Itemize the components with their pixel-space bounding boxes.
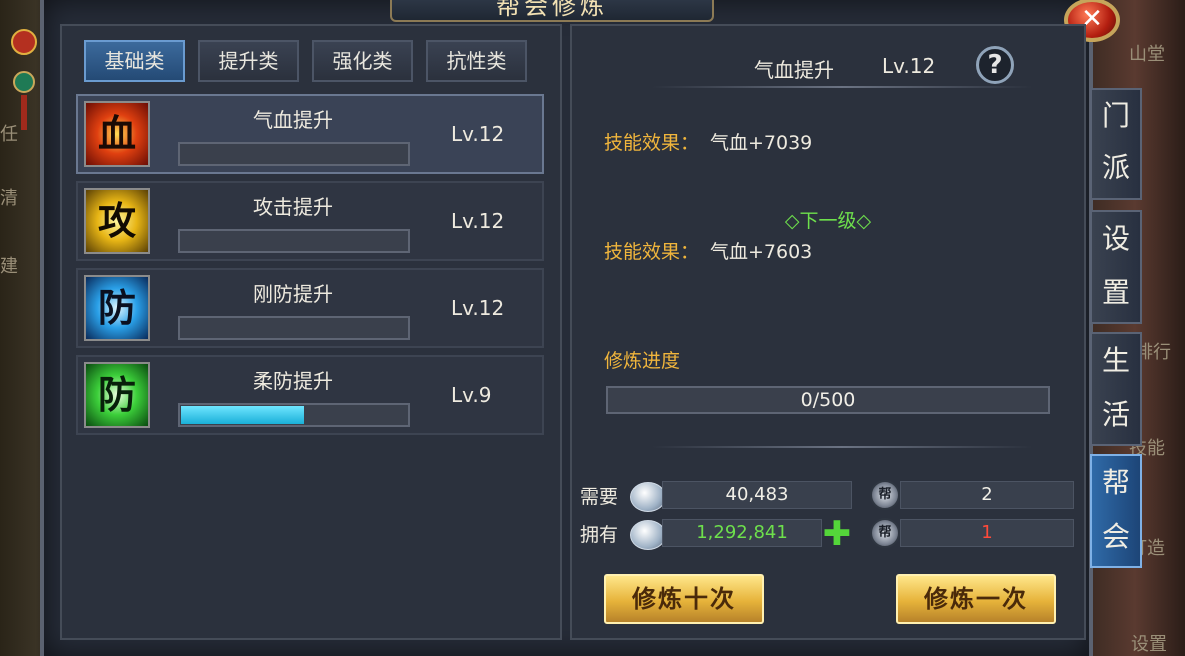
progress-fill <box>181 406 305 424</box>
bg-text: 山堂 <box>1129 44 1165 65</box>
train-ten-times-button[interactable]: 修炼十次 <box>604 574 764 624</box>
skill-level: Lv.12 <box>451 209 505 233</box>
need-label: 需要 <box>580 486 619 508</box>
skill-level: Lv.12 <box>451 122 505 146</box>
detail-skill-name: 气血提升 <box>754 58 834 82</box>
bg-text: 任 <box>0 124 18 145</box>
current-effect: 气血+7039 <box>710 132 813 154</box>
divider <box>652 86 1032 88</box>
divider <box>652 446 1032 448</box>
next-effect-label: 技能效果： <box>604 241 700 263</box>
side-tab-sect[interactable]: 门派 <box>1090 88 1142 200</box>
skill-progress-bar <box>178 403 410 427</box>
have-label: 拥有 <box>580 524 619 546</box>
effect-label: 技能效果： <box>604 132 700 154</box>
silver-coin-icon <box>630 482 666 512</box>
tab-strengthen[interactable]: 强化类 <box>312 40 413 82</box>
skill-row-physical-defense[interactable]: 防 刚防提升 Lv.12 <box>76 268 544 348</box>
help-icon[interactable]: ? <box>976 46 1014 84</box>
window-title: 帮会修炼 <box>390 0 714 22</box>
magic-defense-skill-icon: 防 <box>84 362 150 428</box>
tab-resistance[interactable]: 抗性类 <box>426 40 527 82</box>
skill-name: 刚防提升 <box>253 282 333 306</box>
bg-text: 建 <box>0 256 18 277</box>
skill-name: 柔防提升 <box>253 369 333 393</box>
guild-token-icon: 帮 <box>870 518 900 548</box>
silver-coin-icon <box>630 520 666 550</box>
skill-level: Lv.9 <box>451 383 492 407</box>
skill-name: 气血提升 <box>253 108 333 132</box>
skill-list-panel: 基础类 提升类 强化类 抗性类 血 气血提升 Lv.12 攻 攻击提升 Lv.1… <box>60 24 562 640</box>
tab-basic[interactable]: 基础类 <box>84 40 185 82</box>
knot-ornament-icon <box>11 29 37 130</box>
side-tab-guild[interactable]: 帮会 <box>1090 454 1142 568</box>
training-progress-bar: 0/500 <box>606 386 1050 414</box>
skill-progress-bar <box>178 316 410 340</box>
skill-progress-bar <box>178 142 410 166</box>
skill-row-attack[interactable]: 攻 攻击提升 Lv.12 <box>76 181 544 261</box>
skill-name: 攻击提升 <box>253 195 333 219</box>
side-tab-life[interactable]: 生活 <box>1090 332 1142 446</box>
skill-row-hp[interactable]: 血 气血提升 Lv.12 <box>76 94 544 174</box>
skill-detail-panel: 气血提升 Lv.12 ? 技能效果： 气血+7039 ◇下一级◇ 技能效果： 气… <box>570 24 1086 640</box>
detail-skill-level: Lv.12 <box>882 54 936 78</box>
tab-upgrade[interactable]: 提升类 <box>198 40 299 82</box>
add-silver-button[interactable]: ✚ <box>822 517 852 551</box>
have-silver-value: 1,292,841 <box>662 519 822 547</box>
have-token-value: 1 <box>900 519 1074 547</box>
skill-progress-bar <box>178 229 410 253</box>
next-effect: 气血+7603 <box>710 241 813 263</box>
need-token-value: 2 <box>900 481 1074 509</box>
train-once-button[interactable]: 修炼一次 <box>896 574 1056 624</box>
training-progress-label: 修炼进度 <box>604 350 681 372</box>
side-tab-settings[interactable]: 设置 <box>1090 210 1142 324</box>
skill-row-magic-defense[interactable]: 防 柔防提升 Lv.9 <box>76 355 544 435</box>
bg-text: 设置 <box>1131 634 1167 655</box>
blood-skill-icon: 血 <box>84 101 150 167</box>
bg-text: 清 <box>0 188 18 209</box>
physical-defense-skill-icon: 防 <box>84 275 150 341</box>
next-level-label: ◇下一级◇ <box>784 210 872 232</box>
guild-token-icon: 帮 <box>870 480 900 510</box>
attack-skill-icon: 攻 <box>84 188 150 254</box>
skill-level: Lv.12 <box>451 296 505 320</box>
need-silver-value: 40,483 <box>662 481 852 509</box>
